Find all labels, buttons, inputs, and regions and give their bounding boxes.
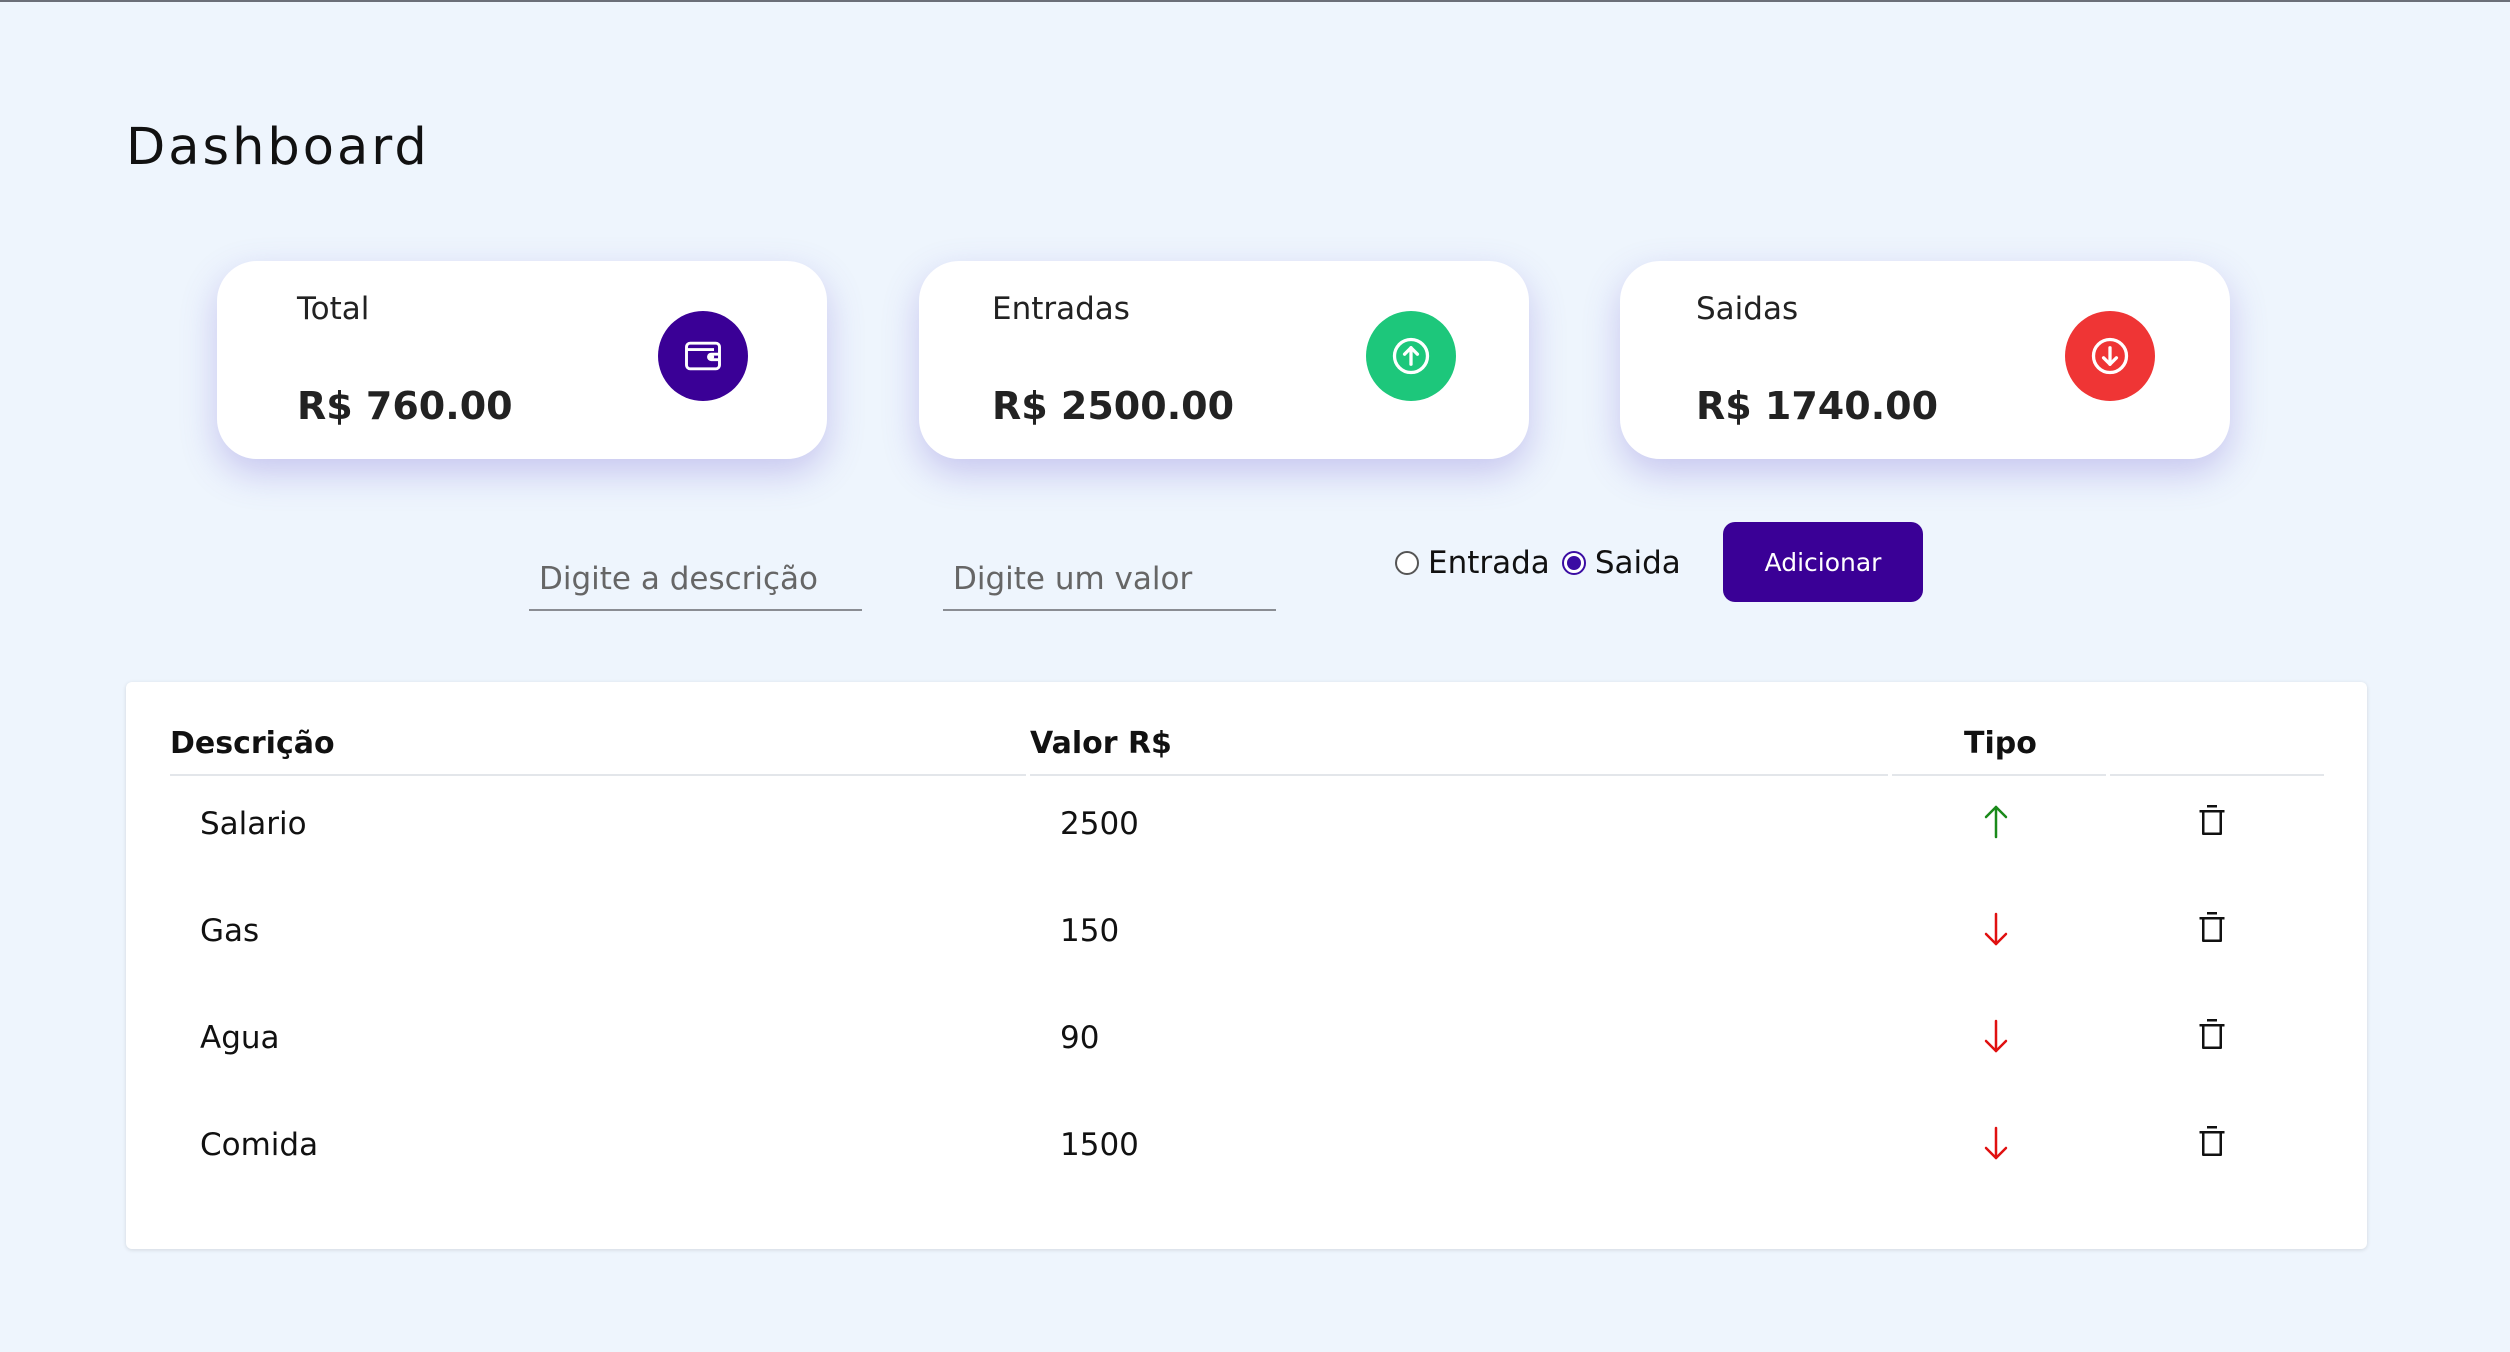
add-button[interactable]: Adicionar — [1723, 522, 1923, 602]
cell-descricao: Salario — [200, 806, 307, 842]
table-row: Salario 2500 — [126, 776, 2367, 883]
total-card: Total R$ 760.00 — [217, 261, 827, 459]
page-title: Dashboard — [126, 118, 430, 177]
cell-valor: 1500 — [1060, 1127, 1139, 1163]
type-radio-group: Entrada Saida — [1395, 540, 1693, 586]
radio-saida[interactable] — [1561, 551, 1586, 575]
total-card-label: Total — [297, 291, 370, 327]
cell-valor: 90 — [1060, 1020, 1100, 1056]
header-descricao: Descrição — [170, 726, 335, 761]
arrow-down-circle-icon — [2065, 311, 2155, 401]
radio-entrada[interactable] — [1395, 551, 1419, 575]
arrow-down-icon — [1984, 912, 2008, 946]
arrow-down-icon — [1984, 1126, 2008, 1160]
cell-descricao: Comida — [200, 1127, 319, 1163]
transactions-table: Descrição Valor R$ Tipo Salario 2500 Gas… — [126, 682, 2367, 1249]
cell-valor: 150 — [1060, 913, 1120, 949]
header-tipo: Tipo — [1964, 726, 2037, 761]
wallet-icon — [658, 311, 748, 401]
top-border — [0, 0, 2510, 2]
radio-saida-label[interactable]: Saida — [1595, 545, 1681, 581]
trash-icon[interactable] — [2197, 1123, 2227, 1159]
arrow-up-circle-icon — [1366, 311, 1456, 401]
saidas-card-value: R$ 1740.00 — [1696, 384, 1939, 428]
trash-icon[interactable] — [2197, 909, 2227, 945]
radio-entrada-label[interactable]: Entrada — [1428, 545, 1550, 581]
entradas-card-label: Entradas — [992, 291, 1130, 327]
cell-descricao: Agua — [200, 1020, 280, 1056]
trash-icon[interactable] — [2197, 1016, 2227, 1052]
arrow-down-icon — [1984, 1019, 2008, 1053]
value-input[interactable] — [943, 549, 1276, 611]
entradas-card: Entradas R$ 2500.00 — [919, 261, 1529, 459]
trash-icon[interactable] — [2197, 802, 2227, 838]
cell-descricao: Gas — [200, 913, 260, 949]
total-card-value: R$ 760.00 — [297, 384, 513, 428]
table-row: Comida 1500 — [126, 1097, 2367, 1204]
saidas-card-label: Saidas — [1696, 291, 1799, 327]
cell-valor: 2500 — [1060, 806, 1139, 842]
arrow-up-icon — [1984, 805, 2008, 839]
saidas-card: Saidas R$ 1740.00 — [1620, 261, 2230, 459]
header-valor: Valor R$ — [1030, 726, 1172, 761]
table-row: Gas 150 — [126, 883, 2367, 990]
description-input[interactable] — [529, 549, 862, 611]
table-row: Agua 90 — [126, 990, 2367, 1097]
entradas-card-value: R$ 2500.00 — [992, 384, 1235, 428]
